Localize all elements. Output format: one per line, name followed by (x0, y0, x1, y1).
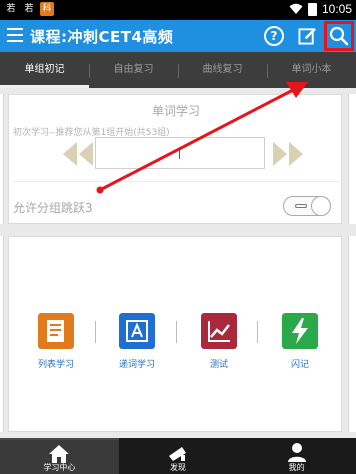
flash-memo-button[interactable]: 闪记 (270, 313, 330, 370)
tab-word-notebook[interactable]: 单词小本 (267, 52, 356, 88)
home-icon (49, 445, 70, 463)
allow-skip-toggle[interactable] (283, 196, 331, 216)
bottom-nav: 学习中心 发现 我的 (0, 438, 356, 474)
word-study-button[interactable]: 递词学习 (107, 313, 167, 370)
discover-icon (169, 447, 186, 461)
allow-skip-label: 允许分组跳跃3 (13, 201, 93, 215)
list-study-button[interactable]: 列表学习 (26, 313, 86, 370)
toggle-knob (311, 196, 331, 216)
text-cursor (179, 148, 180, 159)
feature-card: 列表学习 递词学习 测试 闪记 (8, 236, 342, 432)
search-button[interactable] (324, 21, 354, 51)
app-notification-icon: 若 (6, 4, 16, 14)
nav-learning-center[interactable]: 学习中心 (0, 438, 119, 474)
nav-label: 学习中心 (43, 463, 76, 472)
divider (95, 321, 96, 343)
previous-group-arrow-icon[interactable] (59, 139, 99, 169)
battery-icon (307, 2, 317, 16)
feature-label: 测试 (209, 360, 228, 370)
list-study-icon (38, 313, 74, 349)
profile-icon (287, 443, 306, 462)
group-input[interactable] (95, 137, 265, 169)
app-notification-icon: 若 (24, 4, 34, 14)
feature-label: 递词学习 (118, 360, 155, 370)
tab-free-review[interactable]: 自由复习 (89, 52, 178, 88)
card-title: 单词学习 (151, 104, 200, 118)
flash-icon (282, 313, 318, 349)
edit-icon[interactable] (298, 26, 317, 45)
clock: 10:05 (321, 2, 352, 16)
test-button[interactable]: 测试 (189, 313, 249, 370)
side-card-edge (0, 94, 4, 224)
divider (257, 321, 258, 343)
app-bar: 课程:冲刺CET4高频 ? (0, 20, 356, 52)
feature-label: 列表学习 (37, 360, 74, 370)
search-icon (329, 26, 349, 46)
nav-mine[interactable]: 我的 (237, 438, 356, 474)
tab-single-group[interactable]: 单组初记 (0, 52, 89, 88)
wifi-icon (289, 3, 303, 14)
test-chart-icon (201, 313, 237, 349)
side-card-edge (0, 236, 4, 432)
toggle-off-indicator (295, 204, 307, 208)
nav-label: 我的 (288, 463, 305, 472)
status-bar: 若 若 科 10:05 (0, 0, 356, 20)
app-notification-icon: 科 (40, 2, 54, 16)
page-title: 课程:冲刺CET4高频 (30, 28, 174, 46)
word-study-card: 单词学习 初次学习--推荐您从第1组开始(共53组) 允许分组跳跃3 (8, 94, 342, 224)
word-study-icon (119, 313, 155, 349)
nav-discover[interactable]: 发现 (119, 438, 238, 474)
divider (13, 181, 339, 182)
side-card-edge (348, 236, 356, 432)
nav-label: 发现 (170, 463, 186, 472)
divider (176, 321, 177, 343)
side-card-edge (348, 94, 356, 224)
menu-icon[interactable] (7, 28, 23, 42)
next-group-arrow-icon[interactable] (267, 139, 307, 169)
tab-bar: 单组初记 自由复习 曲线复习 单词小本 (0, 52, 356, 88)
help-icon[interactable]: ? (264, 26, 284, 46)
tab-curve-review[interactable]: 曲线复习 (178, 52, 267, 88)
feature-label: 闪记 (290, 360, 309, 370)
